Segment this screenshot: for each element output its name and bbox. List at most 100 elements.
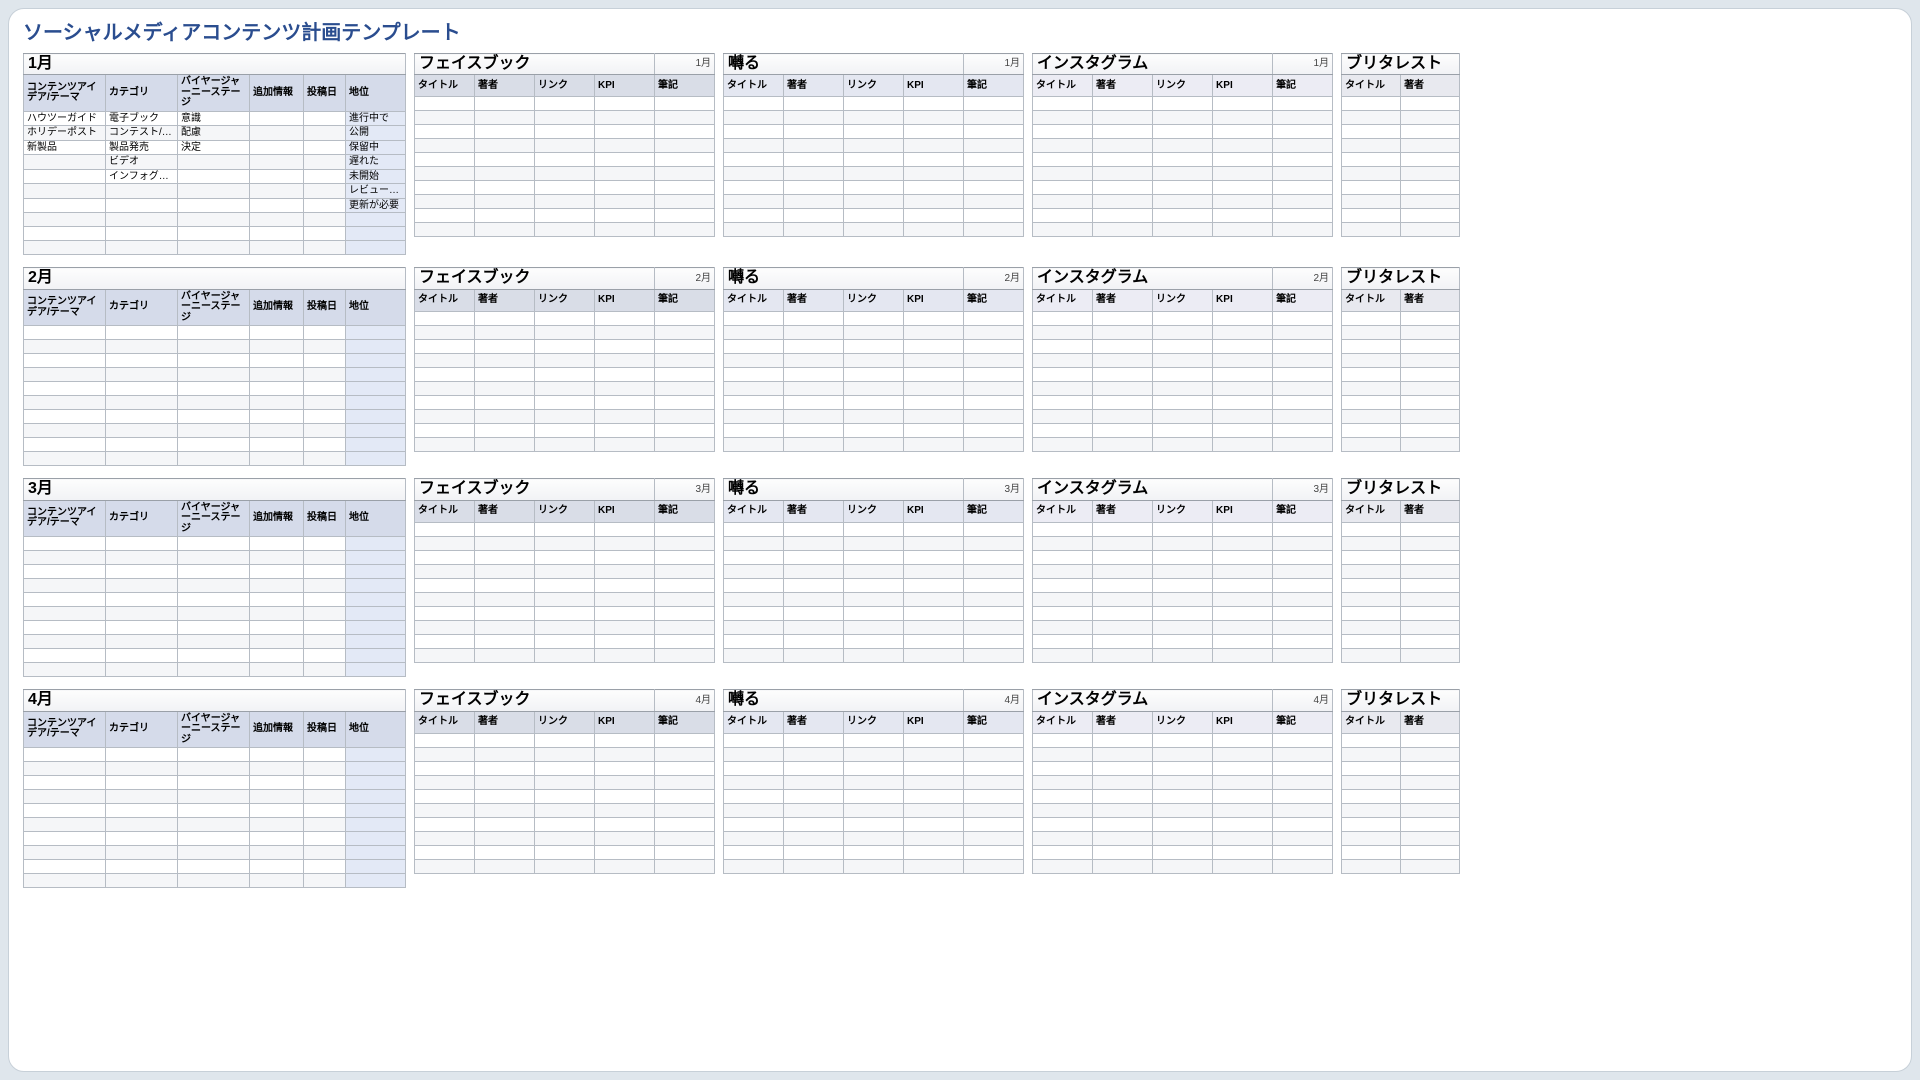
platform-cell[interactable] xyxy=(844,536,904,550)
pinterest-cell[interactable] xyxy=(1342,395,1401,409)
plan-cell[interactable] xyxy=(24,846,106,860)
plan-cell[interactable]: 決定 xyxy=(178,140,250,155)
plan-cell[interactable] xyxy=(178,213,250,227)
plan-cell[interactable] xyxy=(304,368,346,382)
platform-cell[interactable] xyxy=(724,167,784,181)
plan-cell[interactable] xyxy=(106,790,178,804)
platform-cell[interactable] xyxy=(1273,125,1333,139)
platform-cell[interactable] xyxy=(844,125,904,139)
platform-cell[interactable] xyxy=(844,395,904,409)
plan-cell[interactable] xyxy=(106,776,178,790)
platform-cell[interactable] xyxy=(1213,733,1273,747)
plan-cell[interactable] xyxy=(178,579,250,593)
platform-cell[interactable] xyxy=(844,634,904,648)
platform-cell[interactable] xyxy=(964,592,1024,606)
platform-cell[interactable] xyxy=(1033,381,1093,395)
plan-cell[interactable] xyxy=(250,213,304,227)
plan-cell[interactable] xyxy=(304,396,346,410)
plan-cell[interactable] xyxy=(304,663,346,677)
platform-cell[interactable] xyxy=(964,209,1024,223)
platform-cell[interactable] xyxy=(784,761,844,775)
platform-cell[interactable] xyxy=(964,522,1024,536)
plan-cell[interactable] xyxy=(24,635,106,649)
plan-cell[interactable] xyxy=(304,354,346,368)
plan-cell[interactable] xyxy=(178,762,250,776)
plan-cell[interactable] xyxy=(106,241,178,255)
plan-cell[interactable] xyxy=(106,213,178,227)
platform-cell[interactable] xyxy=(475,578,535,592)
plan-cell[interactable] xyxy=(106,438,178,452)
platform-cell[interactable] xyxy=(535,409,595,423)
platform-cell[interactable] xyxy=(595,353,655,367)
platform-cell[interactable] xyxy=(1153,550,1213,564)
pinterest-cell[interactable] xyxy=(1401,181,1460,195)
platform-cell[interactable] xyxy=(415,437,475,451)
platform-cell[interactable] xyxy=(475,522,535,536)
platform-cell[interactable] xyxy=(1033,353,1093,367)
platform-cell[interactable] xyxy=(904,578,964,592)
plan-cell[interactable] xyxy=(250,846,304,860)
status-cell[interactable] xyxy=(346,790,406,804)
platform-cell[interactable] xyxy=(1033,311,1093,325)
platform-cell[interactable] xyxy=(724,311,784,325)
platform-cell[interactable] xyxy=(904,592,964,606)
platform-cell[interactable] xyxy=(1213,634,1273,648)
plan-cell[interactable] xyxy=(250,818,304,832)
plan-cell[interactable] xyxy=(24,213,106,227)
platform-cell[interactable] xyxy=(655,648,715,662)
plan-cell[interactable] xyxy=(178,635,250,649)
platform-cell[interactable] xyxy=(1273,423,1333,437)
platform-cell[interactable] xyxy=(1093,97,1153,111)
platform-cell[interactable] xyxy=(1213,761,1273,775)
plan-cell[interactable] xyxy=(304,832,346,846)
platform-cell[interactable] xyxy=(844,578,904,592)
platform-cell[interactable] xyxy=(475,606,535,620)
platform-cell[interactable] xyxy=(784,111,844,125)
platform-cell[interactable] xyxy=(595,775,655,789)
platform-cell[interactable] xyxy=(964,634,1024,648)
platform-cell[interactable] xyxy=(595,423,655,437)
platform-cell[interactable] xyxy=(1033,339,1093,353)
platform-cell[interactable] xyxy=(535,564,595,578)
pinterest-cell[interactable] xyxy=(1342,423,1401,437)
platform-cell[interactable] xyxy=(844,775,904,789)
status-cell[interactable] xyxy=(346,748,406,762)
platform-cell[interactable] xyxy=(1093,761,1153,775)
status-cell[interactable] xyxy=(346,565,406,579)
platform-cell[interactable] xyxy=(415,747,475,761)
plan-cell[interactable] xyxy=(304,410,346,424)
platform-cell[interactable] xyxy=(475,648,535,662)
platform-cell[interactable] xyxy=(784,325,844,339)
platform-cell[interactable] xyxy=(904,789,964,803)
plan-cell[interactable] xyxy=(24,621,106,635)
platform-cell[interactable] xyxy=(475,437,535,451)
plan-cell[interactable]: 配慮 xyxy=(178,126,250,141)
platform-cell[interactable] xyxy=(1153,536,1213,550)
platform-cell[interactable] xyxy=(844,153,904,167)
plan-cell[interactable] xyxy=(304,452,346,466)
platform-cell[interactable] xyxy=(475,97,535,111)
plan-cell[interactable] xyxy=(24,184,106,199)
status-cell[interactable]: 遅れた xyxy=(346,155,406,170)
plan-cell[interactable] xyxy=(250,155,304,170)
plan-cell[interactable] xyxy=(24,874,106,888)
platform-cell[interactable] xyxy=(1153,409,1213,423)
platform-cell[interactable] xyxy=(655,606,715,620)
platform-cell[interactable] xyxy=(964,789,1024,803)
platform-cell[interactable] xyxy=(724,139,784,153)
pinterest-cell[interactable] xyxy=(1401,564,1460,578)
platform-cell[interactable] xyxy=(844,167,904,181)
platform-cell[interactable] xyxy=(1213,550,1273,564)
plan-cell[interactable] xyxy=(304,155,346,170)
pinterest-cell[interactable] xyxy=(1401,522,1460,536)
plan-cell[interactable] xyxy=(106,198,178,213)
plan-cell[interactable] xyxy=(304,607,346,621)
status-cell[interactable] xyxy=(346,635,406,649)
platform-cell[interactable] xyxy=(784,859,844,873)
platform-cell[interactable] xyxy=(904,634,964,648)
platform-cell[interactable] xyxy=(595,409,655,423)
platform-cell[interactable] xyxy=(1153,223,1213,237)
platform-cell[interactable] xyxy=(964,578,1024,592)
pinterest-cell[interactable] xyxy=(1401,845,1460,859)
platform-cell[interactable] xyxy=(844,550,904,564)
